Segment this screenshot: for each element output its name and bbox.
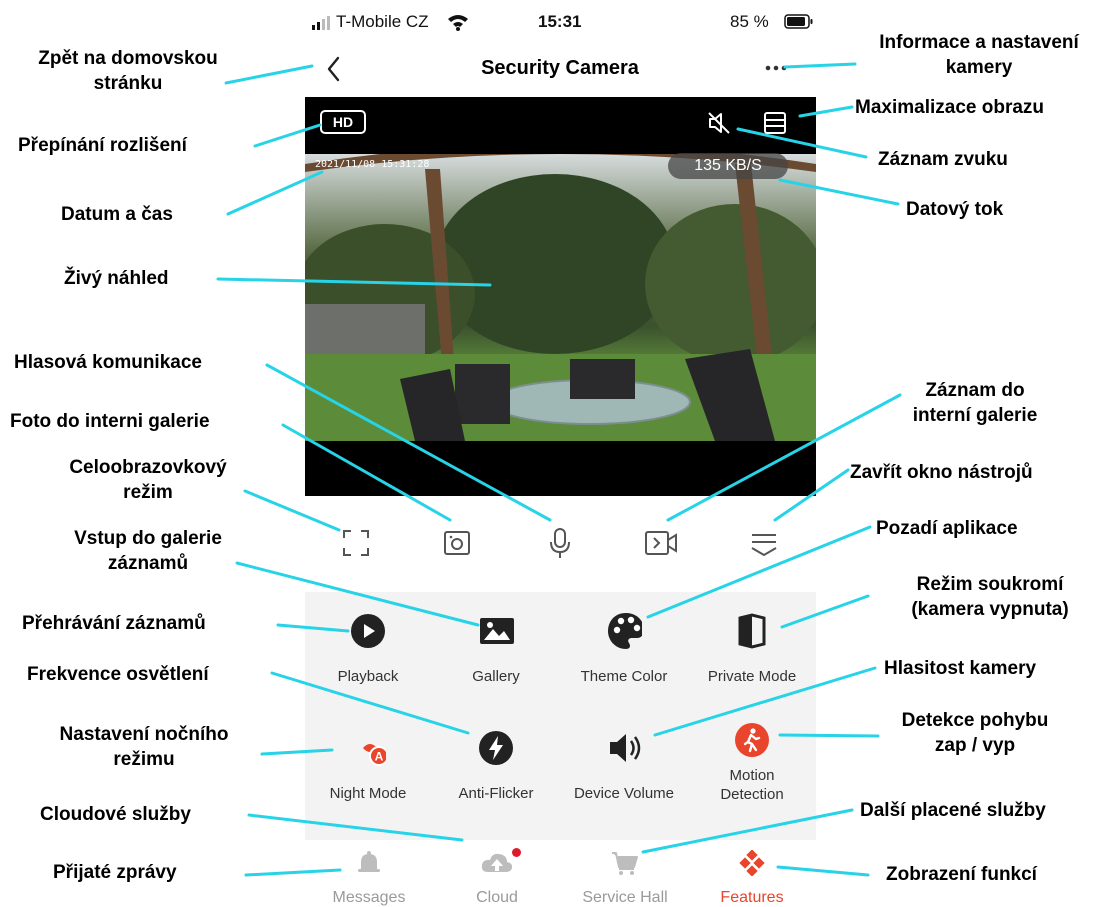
annotation-paid: Další placené služby: [860, 800, 1046, 821]
annotation-sound: Záznam zvuku: [878, 149, 1008, 170]
annotation-rate: Datový tok: [906, 199, 1004, 220]
annotation-photo: Foto do interni galerie: [10, 411, 210, 432]
annotation-close-tools: Zavřít okno nástrojů: [850, 462, 1033, 483]
annotation-cloud: Cloudové služby: [40, 804, 191, 825]
annotation-volume: Hlasitost kamery: [884, 658, 1037, 679]
annotation-flicker: Frekvence osvětlení: [27, 664, 209, 685]
annotation-datetime: Datum a čas: [61, 204, 173, 225]
annotation-theme: Pozadí aplikace: [876, 518, 1018, 539]
annotation-fullscreen: Celoobrazovkový režim: [69, 457, 227, 503]
annotation-features: Zobrazení funkcí: [886, 864, 1037, 885]
annotation-maximize: Maximalizace obrazu: [855, 97, 1045, 118]
annotation-messages: Přijaté zprávy: [53, 862, 177, 883]
annotation-live: Živý náhled: [64, 268, 169, 289]
annotation-voice: Hlasová komunikace: [14, 352, 202, 373]
annotation-motion: Detekce pohybu zap / vyp: [901, 710, 1049, 756]
annotation-resolution: Přepínání rozlišení: [18, 135, 187, 156]
annotation-privacy: Režim soukromí (kamera vypnuta): [911, 574, 1069, 620]
annotation-record: Záznam do interní galerie: [912, 380, 1038, 426]
annotation-back: Zpět na domovskou stránku: [38, 48, 218, 94]
annotation-gallery: Vstup do galerie záznamů: [74, 528, 222, 574]
annotation-night: Nastavení nočního režimu: [59, 724, 229, 770]
annotation-playback: Přehrávání záznamů: [22, 613, 206, 634]
annotation-info: Informace a nastavení kamery: [879, 32, 1079, 78]
